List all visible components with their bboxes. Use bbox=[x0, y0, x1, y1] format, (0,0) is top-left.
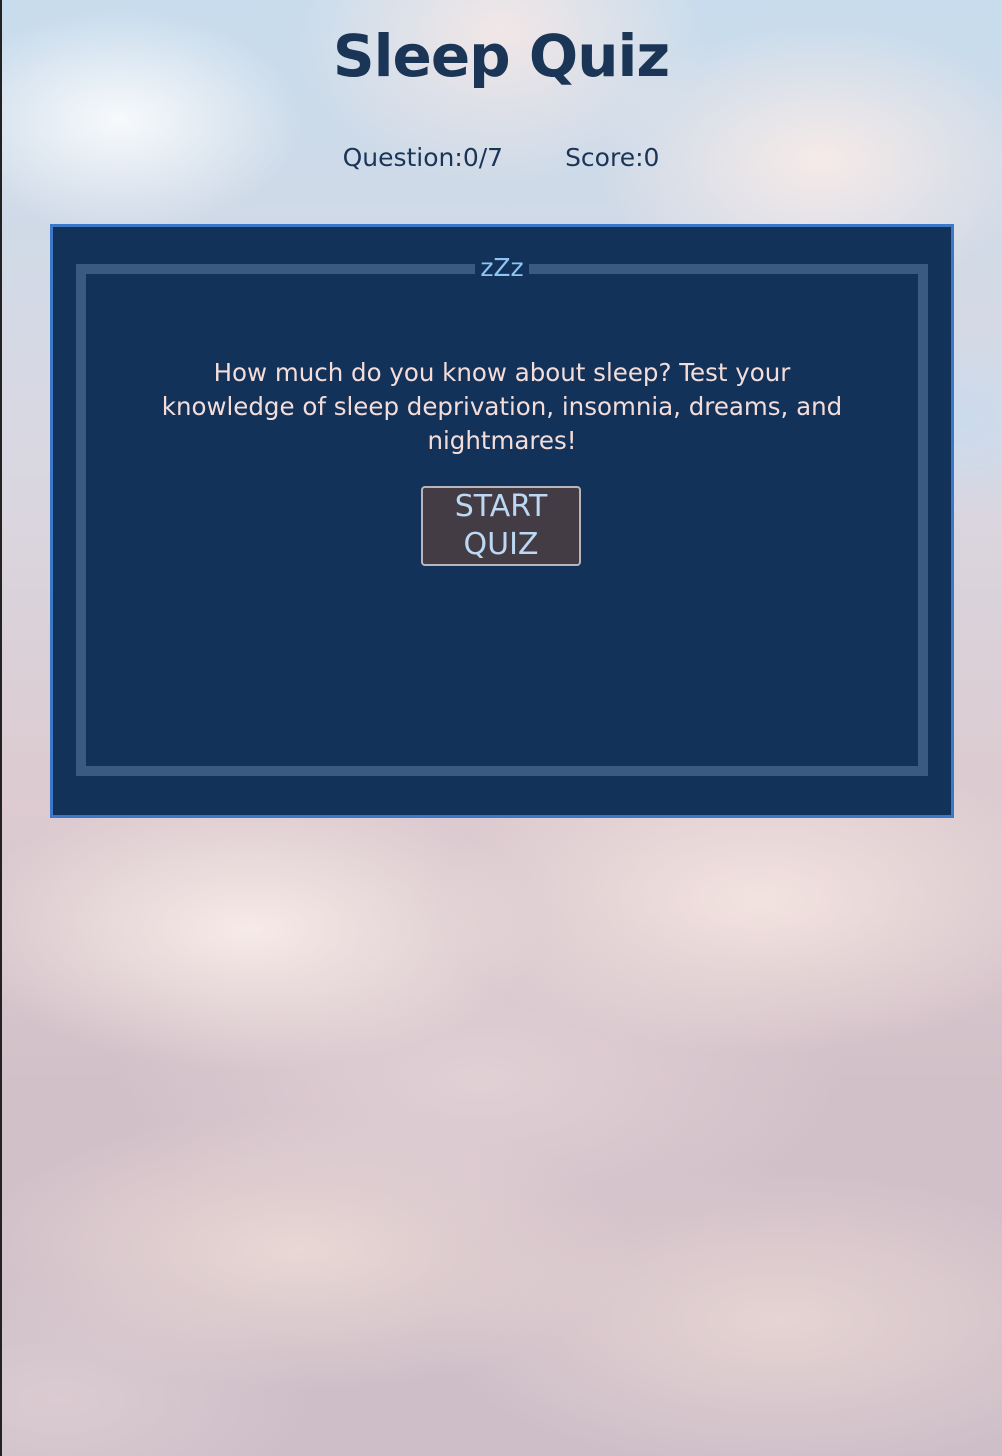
page-title: Sleep Quiz bbox=[332, 22, 670, 90]
quiz-stats: Question:0/7 Score:0 bbox=[0, 140, 1002, 176]
frame-legend: zZz bbox=[86, 251, 918, 288]
question-counter: Question:0/7 bbox=[343, 140, 503, 176]
question-counter-label: Question: bbox=[342, 143, 463, 172]
score-counter: Score:0 bbox=[565, 140, 659, 176]
window-edge bbox=[0, 0, 2, 1456]
legend-text: zZz bbox=[475, 251, 529, 285]
score-counter-value: 0 bbox=[643, 143, 660, 172]
question-counter-value: 0/7 bbox=[462, 143, 504, 172]
score-counter-label: Score: bbox=[565, 143, 644, 172]
quiz-card: zZz How much do you know about sleep? Te… bbox=[50, 224, 954, 818]
start-quiz-button[interactable]: START QUIZ bbox=[421, 486, 581, 566]
quiz-frame: zZz How much do you know about sleep? Te… bbox=[76, 251, 928, 776]
quiz-intro-text: How much do you know about sleep? Test y… bbox=[161, 358, 843, 455]
